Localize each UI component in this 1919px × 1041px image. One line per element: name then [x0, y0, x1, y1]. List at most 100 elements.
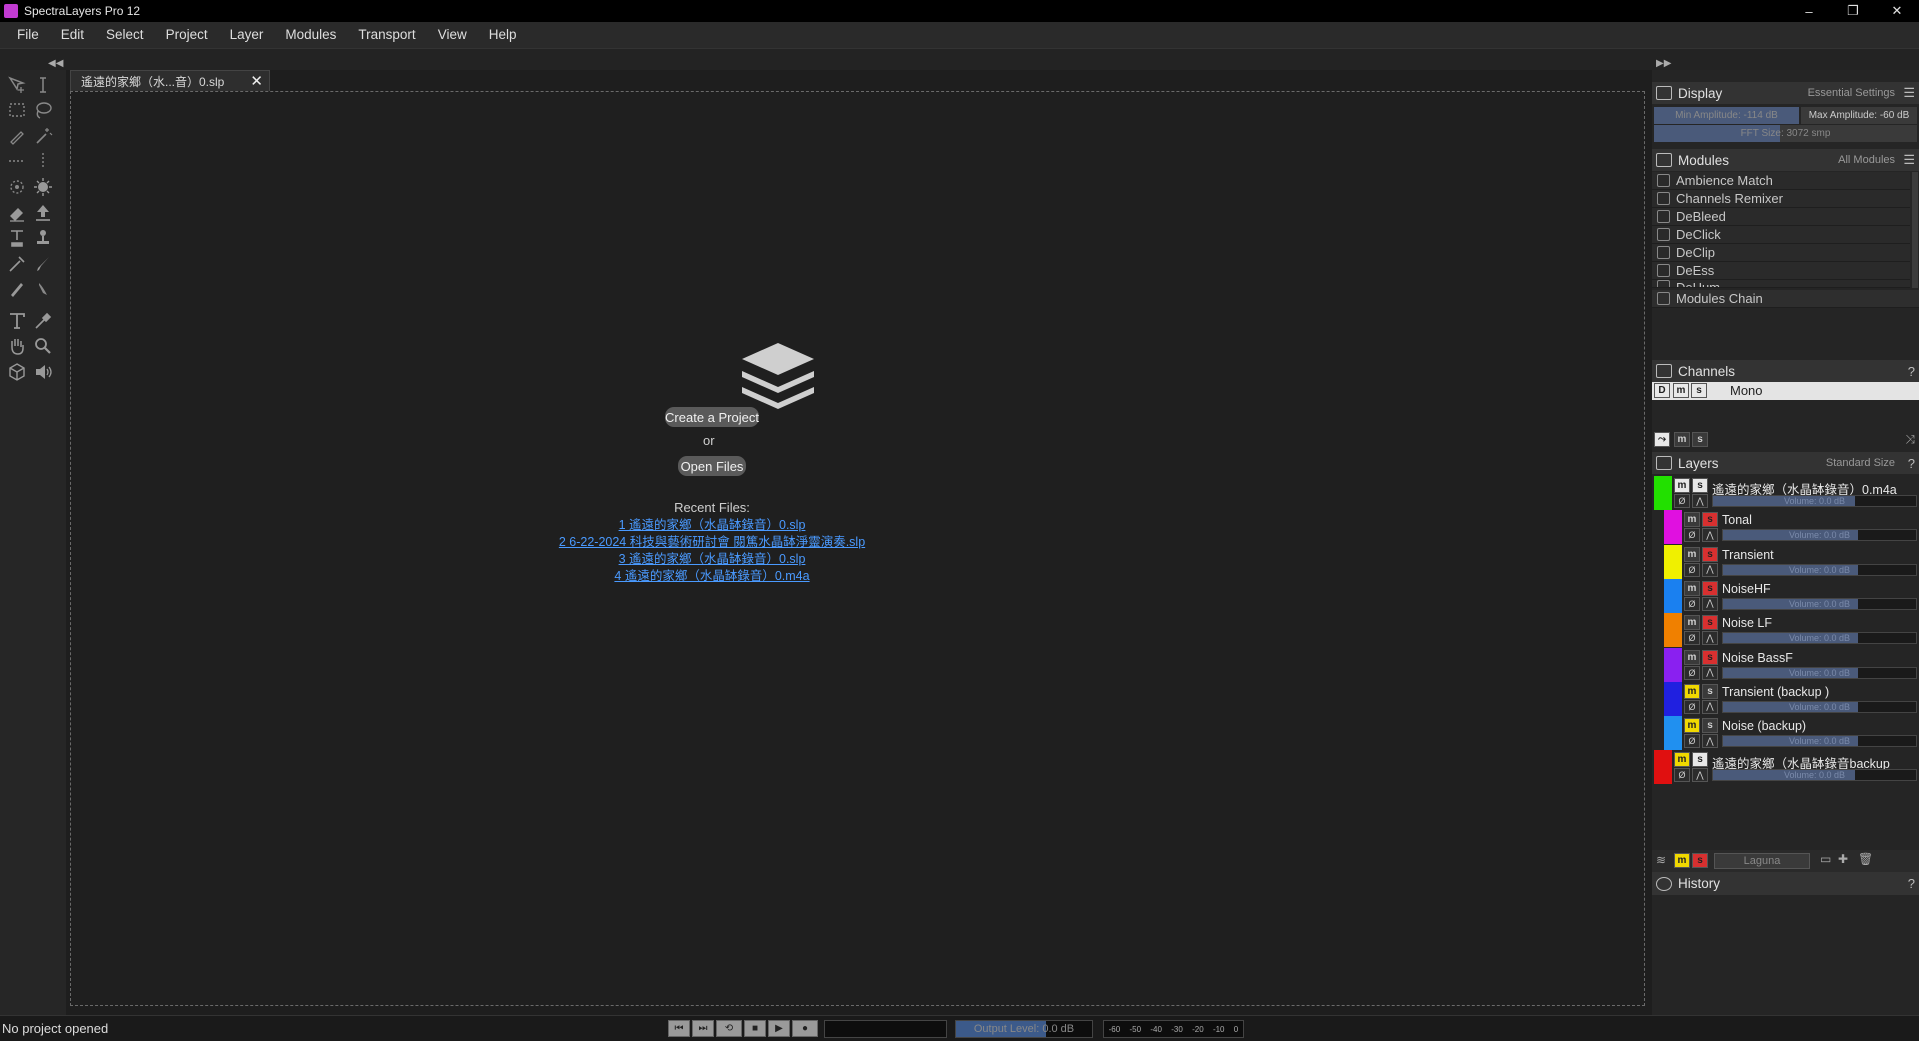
zoom-tool-icon[interactable]: [30, 333, 56, 359]
modules-chain-button[interactable]: Modules Chain: [1652, 290, 1919, 308]
phase-invert-icon[interactable]: Ø: [1674, 768, 1690, 783]
frequency-select-tool-icon[interactable]: [4, 148, 30, 174]
modules-filter-dropdown[interactable]: All Modules: [1838, 154, 1895, 166]
document-tab[interactable]: 遙遠的家鄉（水...音）0.slp ✕: [70, 70, 270, 91]
module-item[interactable]: DeClip: [1652, 244, 1910, 262]
layer-row[interactable]: m s Noise BassF Ø ⋀ Volume: 0.0 dB: [1652, 647, 1919, 682]
phase-invert-icon[interactable]: Ø: [1684, 631, 1700, 646]
layer-name[interactable]: Tonal: [1722, 513, 1752, 527]
layer-volume-slider[interactable]: Volume: 0.0 dB: [1722, 597, 1917, 610]
layer-mute-button[interactable]: m: [1684, 615, 1700, 631]
output-level-slider[interactable]: Output Level: 0.0 dB: [955, 1020, 1093, 1038]
play-icon[interactable]: ▶: [768, 1020, 790, 1037]
module-item[interactable]: DeClick: [1652, 226, 1910, 244]
extract-tool-icon[interactable]: [30, 200, 56, 226]
delete-layer-icon[interactable]: 🗑: [1858, 852, 1873, 866]
help-icon[interactable]: ?: [1908, 456, 1915, 471]
clone-tool-icon[interactable]: [4, 225, 30, 251]
restore-button[interactable]: ❐: [1831, 0, 1875, 22]
move-tool-icon[interactable]: [4, 72, 30, 98]
layer-stack-icon[interactable]: ≋: [1656, 853, 1666, 867]
layer-solo-button[interactable]: s: [1702, 718, 1718, 734]
layer-volume-slider[interactable]: Volume: 0.0 dB: [1712, 769, 1917, 782]
phase-invert-icon[interactable]: Ø: [1684, 562, 1700, 577]
layer-solo-button[interactable]: s: [1702, 546, 1718, 562]
layer-mute-button[interactable]: m: [1684, 683, 1700, 699]
module-item[interactable]: Channels Remixer: [1652, 190, 1910, 208]
layer-row[interactable]: m s Transient Ø ⋀ Volume: 0.0 dB: [1652, 544, 1919, 579]
layer-mute-button[interactable]: m: [1674, 752, 1690, 768]
layer-solo-button[interactable]: s: [1702, 683, 1718, 699]
phase-invert-icon[interactable]: Ø: [1684, 699, 1700, 714]
new-layer-icon[interactable]: ▭: [1820, 852, 1831, 866]
envelope-icon[interactable]: ⋀: [1702, 734, 1718, 749]
rect-select-tool-icon[interactable]: [4, 97, 30, 123]
fft-size-slider[interactable]: FFT Size: 3072 smp: [1654, 125, 1917, 142]
envelope-icon[interactable]: ⋀: [1702, 562, 1718, 577]
create-project-button[interactable]: Create a Project: [665, 407, 759, 427]
layers-size-dropdown[interactable]: Standard Size: [1826, 457, 1895, 469]
layer-solo-button[interactable]: s: [1702, 512, 1718, 528]
hand-tool-icon[interactable]: [4, 333, 30, 359]
help-icon[interactable]: ?: [1908, 876, 1915, 891]
layer-row[interactable]: m s Transient (backup ) Ø ⋀ Volume: 0.0 dB: [1652, 681, 1919, 716]
skip-back-icon[interactable]: ⏮: [668, 1020, 690, 1037]
phase-invert-icon[interactable]: Ø: [1684, 734, 1700, 749]
layer-volume-slider[interactable]: Volume: 0.0 dB: [1712, 495, 1917, 507]
menu-layer[interactable]: Layer: [219, 22, 275, 48]
pen-tool-icon[interactable]: [4, 276, 30, 302]
menu-modules[interactable]: Modules: [274, 22, 347, 48]
envelope-icon[interactable]: ⋀: [1702, 631, 1718, 646]
collapse-tools-icon[interactable]: ◀◀: [48, 58, 63, 69]
envelope-icon[interactable]: ⋀: [1702, 528, 1718, 543]
menu-select[interactable]: Select: [95, 22, 155, 48]
envelope-icon[interactable]: ⋀: [1692, 768, 1708, 783]
phase-invert-icon[interactable]: Ø: [1684, 665, 1700, 680]
stamp-tool-icon[interactable]: [30, 225, 56, 251]
module-item[interactable]: DeHum: [1652, 280, 1910, 288]
menu-transport[interactable]: Transport: [347, 22, 426, 48]
eraser-tool-icon[interactable]: [4, 200, 30, 226]
channel-d-button[interactable]: D: [1654, 383, 1670, 398]
layer-volume-slider[interactable]: Volume: 0.0 dB: [1722, 563, 1917, 576]
layer-mute-button[interactable]: m: [1674, 478, 1690, 493]
layer-solo-button[interactable]: s: [1702, 649, 1718, 665]
layer-solo-button[interactable]: s: [1692, 752, 1708, 768]
stop-icon[interactable]: ■: [744, 1020, 766, 1037]
close-tab-icon[interactable]: ✕: [250, 72, 263, 90]
layer-mute-button[interactable]: m: [1684, 546, 1700, 562]
layer-mute-button[interactable]: m: [1684, 718, 1700, 734]
layer-row[interactable]: m s Noise LF Ø ⋀ Volume: 0.0 dB: [1652, 613, 1919, 648]
layer-mute-button[interactable]: m: [1684, 649, 1700, 665]
channel-solo-button[interactable]: s: [1691, 383, 1707, 398]
sun-select-tool-icon[interactable]: [30, 174, 56, 200]
add-icon[interactable]: ✚: [1838, 852, 1848, 866]
display-preset-dropdown[interactable]: Essential Settings: [1808, 87, 1895, 99]
min-amplitude-slider[interactable]: Min Amplitude: -114 dB: [1654, 107, 1799, 124]
layers-panel-header[interactable]: Layers Standard Size ?: [1652, 452, 1919, 474]
layer-mute-button[interactable]: m: [1684, 512, 1700, 528]
lasso-tool-icon[interactable]: [30, 97, 56, 123]
smudge-tool-icon[interactable]: [30, 276, 56, 302]
layer-name[interactable]: Transient (backup ): [1722, 685, 1829, 699]
module-item[interactable]: Ambience Match: [1652, 172, 1910, 190]
layer-solo-button[interactable]: s: [1692, 478, 1708, 493]
harmonic-select-tool-icon[interactable]: [4, 174, 30, 200]
menu-file[interactable]: File: [6, 22, 50, 48]
open-files-button[interactable]: Open Files: [678, 456, 746, 476]
envelope-icon[interactable]: ⋀: [1702, 596, 1718, 611]
shuffle-icon[interactable]: ⤨: [1905, 432, 1915, 447]
layer-volume-slider[interactable]: Volume: 0.0 dB: [1722, 632, 1917, 645]
channel-row[interactable]: D m s Mono: [1652, 382, 1919, 400]
envelope-icon[interactable]: ⋀: [1702, 665, 1718, 680]
time-select-tool-icon[interactable]: [30, 72, 56, 98]
phase-invert-icon[interactable]: Ø: [1674, 494, 1690, 508]
layer-volume-slider[interactable]: Volume: 0.0 dB: [1722, 735, 1917, 748]
eyedropper-tool-icon[interactable]: [30, 308, 56, 334]
envelope-icon[interactable]: ⋀: [1702, 699, 1718, 714]
layer-row[interactable]: m s NoiseHF Ø ⋀ Volume: 0.0 dB: [1652, 578, 1919, 613]
menu-view[interactable]: View: [427, 22, 478, 48]
solo-all-button[interactable]: s: [1692, 432, 1708, 447]
layer-name[interactable]: NoiseHF: [1722, 582, 1771, 596]
spectral-canvas[interactable]: Create a Project or Open Files Recent Fi…: [70, 91, 1645, 1006]
